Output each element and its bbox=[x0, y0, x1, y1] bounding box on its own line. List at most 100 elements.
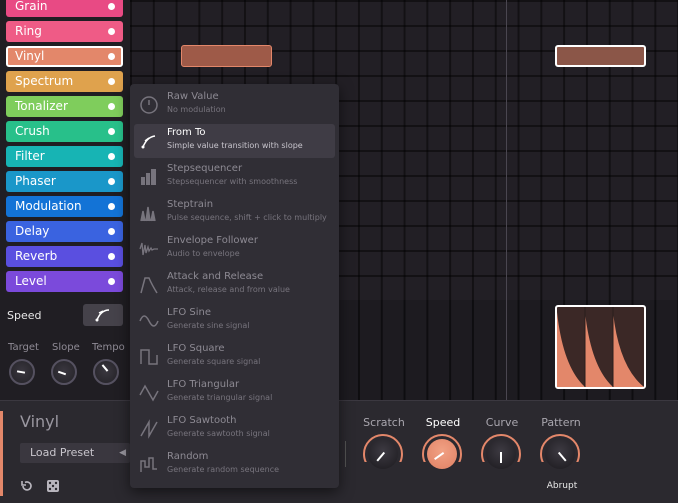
load-preset-label: Load Preset bbox=[30, 446, 95, 459]
effect-label: Vinyl bbox=[15, 49, 45, 63]
scratch-knob-label: Scratch bbox=[363, 416, 405, 429]
menu-item-title: LFO Sine bbox=[167, 307, 211, 318]
menu-item-lfo-sine[interactable]: LFO Sine Generate sine signal bbox=[134, 304, 335, 338]
modulation-type-button[interactable] bbox=[83, 304, 123, 326]
effect-dot bbox=[108, 253, 115, 260]
menu-item-subtitle: No modulation bbox=[167, 105, 226, 114]
lfo-square-icon bbox=[140, 349, 158, 365]
pattern-knob[interactable] bbox=[540, 434, 580, 474]
effect-label: Reverb bbox=[15, 249, 58, 263]
effect-dot bbox=[108, 203, 115, 210]
preset-title: Vinyl bbox=[20, 412, 60, 431]
random-icon bbox=[140, 457, 157, 472]
menu-item-subtitle: Stepsequencer with smoothness bbox=[167, 177, 298, 186]
menu-item-title: Random bbox=[167, 451, 209, 462]
target-knob[interactable] bbox=[9, 359, 35, 385]
modulation-type-menu: Raw Value No modulation From To Simple v… bbox=[130, 84, 339, 488]
raw-value-icon bbox=[140, 96, 158, 114]
curve-knob[interactable] bbox=[481, 434, 521, 474]
effect-dot bbox=[108, 228, 115, 235]
effect-item-reverb[interactable]: Reverb bbox=[6, 246, 123, 267]
menu-item-title: Envelope Follower bbox=[167, 235, 258, 246]
effect-item-level[interactable]: Level bbox=[6, 271, 123, 292]
panel-divider bbox=[345, 441, 346, 467]
menu-item-title: Attack and Release bbox=[167, 271, 264, 282]
effect-label: Ring bbox=[15, 24, 42, 38]
effect-item-spectrum[interactable]: Spectrum bbox=[6, 71, 123, 92]
menu-item-subtitle: Attack, release and from value bbox=[167, 285, 290, 294]
effect-item-filter[interactable]: Filter bbox=[6, 146, 123, 167]
menu-item-subtitle: Pulse sequence, shift + click to multipl… bbox=[167, 213, 327, 222]
menu-item-lfo-sawtooth[interactable]: LFO Sawtooth Generate sawtooth signal bbox=[134, 412, 335, 446]
effect-item-delay[interactable]: Delay bbox=[6, 221, 123, 242]
vinyl-clip-2-selected[interactable] bbox=[555, 45, 646, 67]
menu-item-stepsequencer[interactable]: Stepsequencer Stepsequencer with smoothn… bbox=[134, 160, 335, 194]
effect-panel: Vinyl Load Preset ◀ Scratch Speed Curve … bbox=[0, 400, 678, 503]
reset-icon[interactable] bbox=[20, 479, 34, 493]
modulation-clip-selected[interactable] bbox=[555, 305, 646, 389]
effect-item-crush[interactable]: Crush bbox=[6, 121, 123, 142]
menu-item-title: Stepsequencer bbox=[167, 163, 243, 174]
lfo-triangular-icon bbox=[139, 384, 159, 402]
chevron-left-icon: ◀ bbox=[119, 448, 126, 458]
effect-dot bbox=[108, 3, 115, 10]
speed-label: Speed bbox=[7, 309, 42, 322]
menu-item-subtitle: Generate random sequence bbox=[167, 465, 280, 474]
menu-item-random[interactable]: Random Generate random sequence bbox=[134, 448, 335, 482]
menu-item-lfo-square[interactable]: LFO Square Generate square signal bbox=[134, 340, 335, 374]
from-to-icon bbox=[141, 135, 156, 149]
menu-item-subtitle: Generate triangular signal bbox=[167, 393, 273, 402]
effect-item-grain[interactable]: Grain bbox=[6, 0, 123, 17]
load-preset-dropdown[interactable]: Load Preset ◀ bbox=[20, 443, 130, 463]
bar-divider bbox=[506, 0, 507, 400]
effect-item-modulation[interactable]: Modulation bbox=[6, 196, 123, 217]
menu-item-subtitle: Audio to envelope bbox=[167, 249, 240, 258]
effect-label: Spectrum bbox=[15, 74, 74, 88]
menu-item-subtitle: Generate square signal bbox=[167, 357, 261, 366]
pattern-knob-label: Pattern bbox=[541, 416, 581, 429]
menu-item-title: From To bbox=[167, 127, 206, 138]
effect-item-phaser[interactable]: Phaser bbox=[6, 171, 123, 192]
menu-item-attack-release[interactable]: Attack and Release Attack, release and f… bbox=[134, 268, 335, 302]
vinyl-clip-1[interactable] bbox=[181, 45, 272, 67]
effect-item-tonalizer[interactable]: Tonalizer bbox=[6, 96, 123, 117]
scratch-knob[interactable] bbox=[363, 434, 403, 474]
lfo-sine-icon bbox=[139, 315, 159, 327]
tempo-knob-label: Tempo bbox=[92, 342, 125, 353]
menu-item-title: LFO Square bbox=[167, 343, 225, 354]
effect-label: Grain bbox=[15, 0, 48, 13]
menu-item-title: LFO Sawtooth bbox=[167, 415, 237, 426]
speed-knob[interactable] bbox=[422, 434, 462, 474]
menu-item-title: Raw Value bbox=[167, 91, 219, 102]
menu-item-raw-value[interactable]: Raw Value No modulation bbox=[134, 88, 335, 122]
menu-item-envelope-follower[interactable]: Envelope Follower Audio to envelope bbox=[134, 232, 335, 266]
effect-dot bbox=[108, 153, 115, 160]
speed-knob-label: Speed bbox=[425, 416, 461, 429]
envelope-follower-icon bbox=[139, 242, 158, 256]
effect-label: Phaser bbox=[15, 174, 56, 188]
pattern-value: Abrupt bbox=[546, 481, 578, 491]
slope-knob-label: Slope bbox=[52, 342, 80, 353]
effect-label: Modulation bbox=[15, 199, 82, 213]
effect-dot bbox=[108, 53, 115, 60]
menu-item-title: Steptrain bbox=[167, 199, 214, 210]
tempo-knob[interactable] bbox=[93, 359, 119, 385]
effect-label: Crush bbox=[15, 124, 50, 138]
menu-item-title: LFO Triangular bbox=[167, 379, 240, 390]
menu-item-steptrain[interactable]: Steptrain Pulse sequence, shift + click … bbox=[134, 196, 335, 230]
menu-item-lfo-triangular[interactable]: LFO Triangular Generate triangular signa… bbox=[134, 376, 335, 410]
slope-knob[interactable] bbox=[51, 359, 77, 385]
effect-item-vinyl[interactable]: Vinyl bbox=[6, 46, 123, 67]
effect-label: Delay bbox=[15, 224, 50, 238]
app-window: Grain Ring Vinyl Spectrum Tonalizer Crus… bbox=[0, 0, 678, 503]
sawtooth-wave-shape bbox=[557, 307, 644, 387]
panel-accent-bar bbox=[0, 411, 3, 496]
curve-knob-label: Curve bbox=[485, 416, 519, 429]
attack-release-icon bbox=[140, 277, 158, 294]
lfo-sawtooth-icon bbox=[140, 419, 158, 439]
target-knob-label: Target bbox=[8, 342, 39, 353]
effect-dot bbox=[108, 28, 115, 35]
effect-item-ring[interactable]: Ring bbox=[6, 21, 123, 42]
randomize-dice-icon[interactable] bbox=[46, 479, 60, 493]
menu-item-from-to[interactable]: From To Simple value transition with slo… bbox=[134, 124, 335, 158]
